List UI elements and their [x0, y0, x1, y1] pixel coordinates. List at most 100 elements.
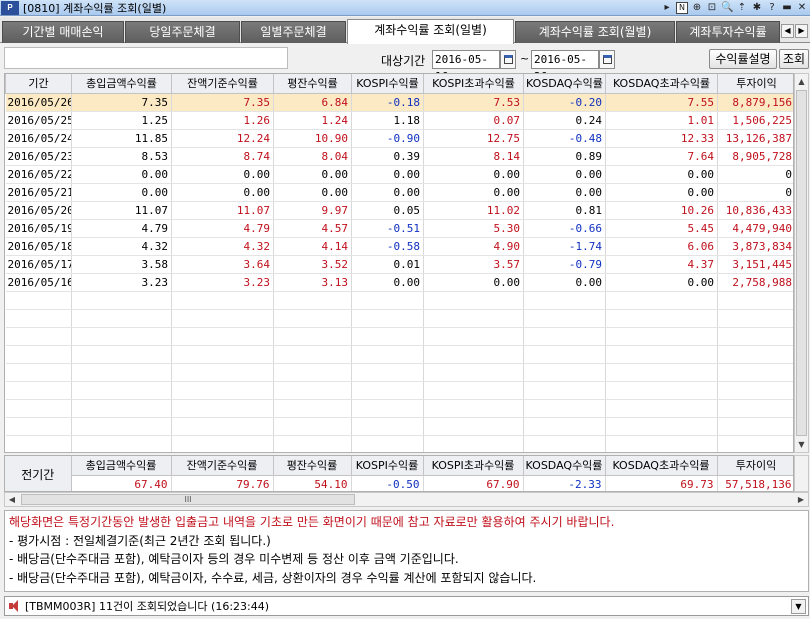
new-window-icon[interactable]: N — [676, 2, 688, 14]
end-date-input[interactable]: 2016-05-26 — [531, 50, 599, 83]
table-row[interactable]: 2016/05/16 3.23 3.23 3.13 0.00 0.00 0.00 0.00 2,… — [5, 273, 793, 292]
col-header-deposit-return[interactable]: 총입금액수익률 — [71, 74, 172, 94]
period-label: 대상기간 — [381, 54, 426, 68]
col-header-kosdaq-excess[interactable]: KOSDAQ초과수익률 — [605, 74, 718, 94]
search-button[interactable]: 조회 — [779, 49, 809, 69]
tab-daily-return[interactable]: 계좌수익률 조회(일별) — [347, 19, 514, 44]
cell-profit: 3,151,445 — [717, 255, 793, 274]
table-row[interactable]: 2016/05/18 4.32 4.32 4.14 -0.58 4.90 -1.74 6.06… — [5, 237, 793, 256]
empty-cell — [605, 327, 718, 346]
total-label: 전기간 — [5, 456, 72, 491]
scroll-thumb[interactable] — [796, 90, 807, 436]
cell-kosdaq-return: 0.89 — [523, 147, 606, 166]
cell-avg-balance-return: 0.00 — [273, 165, 352, 184]
cell-date: 2016/05/17 — [5, 255, 72, 274]
scroll-up-icon[interactable]: ▲ — [795, 74, 808, 89]
table-row[interactable]: 2016/05/21 0.00 0.00 0.00 0.00 0.00 0.00 0.00 0 — [5, 183, 793, 202]
empty-cell — [5, 417, 72, 436]
empty-cell — [717, 291, 793, 310]
empty-cell — [717, 345, 793, 364]
start-date-input[interactable]: 2016-05-16 — [432, 50, 500, 83]
search-icon[interactable]: 🔍 — [721, 2, 733, 14]
table-row[interactable]: 2016/05/20 11.07 11.07 9.97 0.05 11.02 0.81 10.… — [5, 201, 793, 220]
empty-cell — [273, 381, 352, 400]
cell-avg-balance-return: 3.52 — [273, 255, 352, 274]
total-col-kosdaq-return: KOSDAQ수익률 — [522, 456, 606, 476]
cell-kospi-excess: 11.02 — [423, 201, 524, 220]
grid-horizontal-scrollbar[interactable]: ◀ III ▶ — [4, 492, 809, 507]
table-row[interactable]: 2016/05/22 0.00 0.00 0.00 0.00 0.00 0.00 0.00 0 — [5, 165, 793, 184]
empty-cell — [5, 381, 72, 400]
tab-monthly-return[interactable]: 계좌수익률 조회(월별) — [515, 21, 675, 43]
scroll-down-icon[interactable]: ▼ — [795, 437, 808, 452]
grid-vertical-scrollbar[interactable]: ▲ ▼ — [794, 73, 809, 453]
total-profit: 57,518,136 — [717, 475, 793, 491]
note-line: - 평가시점 : 전일체결기준(최근 2년간 조회 됩니다.) — [9, 533, 271, 548]
col-header-avg-balance-return[interactable]: 평잔수익률 — [273, 74, 352, 94]
empty-cell — [273, 345, 352, 364]
cell-profit: 4,479,940 — [717, 219, 793, 238]
tab-daily-orders[interactable]: 일별주문체결 — [241, 21, 346, 43]
play-icon[interactable]: ▸ — [661, 2, 673, 14]
cell-profit: 2,758,988 — [717, 273, 793, 292]
close-icon[interactable]: ✕ — [796, 2, 808, 14]
cell-kospi-return: -0.51 — [351, 219, 424, 238]
table-row[interactable]: 2016/05/24 11.85 12.24 10.90 -0.90 12.75 -0.48… — [5, 129, 793, 148]
cell-kospi-return: 0.00 — [351, 165, 424, 184]
help-icon[interactable]: ? — [766, 2, 778, 14]
total-kosdaq-excess: 69.73 — [605, 475, 718, 491]
cell-kosdaq-excess: 0.00 — [605, 183, 718, 202]
cell-deposit-return: 3.23 — [71, 273, 172, 292]
table-row[interactable]: 2016/05/17 3.58 3.64 3.52 0.01 3.57 -0.79 4.37 3… — [5, 255, 793, 274]
hscroll-thumb[interactable]: III — [21, 494, 355, 505]
account-input[interactable] — [4, 47, 288, 69]
empty-cell — [523, 363, 606, 382]
table-row[interactable]: 2016/05/26 7.35 7.35 6.84 -0.18 7.53 -0.20 7.55… — [5, 93, 793, 112]
empty-cell — [423, 345, 524, 364]
total-kospi-return: -0.50 — [351, 475, 424, 491]
col-header-profit[interactable]: 투자이익 — [717, 74, 793, 94]
total-scrollbar[interactable] — [794, 455, 809, 492]
col-header-kospi-excess[interactable]: KOSPI초과수익률 — [423, 74, 524, 94]
cell-kospi-return: 0.01 — [351, 255, 424, 274]
return-grid[interactable]: 기간 총입금액수익률 잔액기준수익률 평잔수익률 KOSPI수익률 KOSPI초… — [4, 73, 794, 453]
empty-cell — [273, 417, 352, 436]
settings-icon[interactable]: ✱ — [751, 2, 763, 14]
tab-today-orders[interactable]: 당일주문체결 — [125, 21, 240, 43]
start-calendar-icon[interactable] — [500, 50, 516, 69]
minimize-icon[interactable]: ▬ — [781, 2, 793, 14]
cell-balance-return: 0.00 — [171, 183, 274, 202]
cell-deposit-return: 1.25 — [71, 111, 172, 130]
zoom-in-icon[interactable]: ⊕ — [691, 2, 703, 14]
cell-deposit-return: 8.53 — [71, 147, 172, 166]
tab-scroll-left-icon[interactable]: ◀ — [781, 24, 794, 38]
table-row[interactable]: 2016/05/23 8.53 8.74 8.04 0.39 8.14 0.89 7.64 8,… — [5, 147, 793, 166]
col-header-kosdaq-return[interactable]: KOSDAQ수익률 — [523, 74, 606, 94]
total-col-kosdaq-excess: KOSDAQ초과수익률 — [604, 456, 718, 476]
tab-investment-return[interactable]: 계좌투자수익률 — [676, 21, 780, 43]
cell-date: 2016/05/23 — [5, 147, 72, 166]
end-calendar-icon[interactable] — [599, 50, 615, 69]
empty-row — [5, 399, 793, 418]
restore-icon[interactable]: ⊡ — [706, 2, 718, 14]
dropdown-icon[interactable]: ▼ — [791, 599, 806, 614]
scroll-right-icon[interactable]: ▶ — [794, 493, 808, 506]
pin-icon[interactable]: ⇡ — [736, 2, 748, 14]
speaker-icon[interactable] — [8, 600, 22, 612]
cell-kosdaq-return: 0.24 — [523, 111, 606, 130]
col-header-kospi-return[interactable]: KOSPI수익률 — [351, 74, 424, 94]
tab-period-trading-pnl[interactable]: 기간별 매매손익 — [2, 21, 124, 43]
col-header-period[interactable]: 기간 — [5, 74, 72, 94]
table-row[interactable]: 2016/05/25 1.25 1.26 1.24 1.18 0.07 0.24 1.01 1,… — [5, 111, 793, 130]
empty-cell — [273, 291, 352, 310]
cell-avg-balance-return: 6.84 — [273, 93, 352, 112]
empty-cell — [5, 327, 72, 346]
empty-cell — [423, 417, 524, 436]
explain-button[interactable]: 수익률설명 — [709, 49, 777, 69]
empty-cell — [71, 417, 172, 436]
table-row[interactable]: 2016/05/19 4.79 4.79 4.57 -0.51 5.30 -0.66 5.45… — [5, 219, 793, 238]
tab-scroll-right-icon[interactable]: ▶ — [795, 24, 808, 38]
col-header-balance-return[interactable]: 잔액기준수익률 — [171, 74, 274, 94]
cell-deposit-return: 4.79 — [71, 219, 172, 238]
scroll-left-icon[interactable]: ◀ — [5, 493, 19, 506]
